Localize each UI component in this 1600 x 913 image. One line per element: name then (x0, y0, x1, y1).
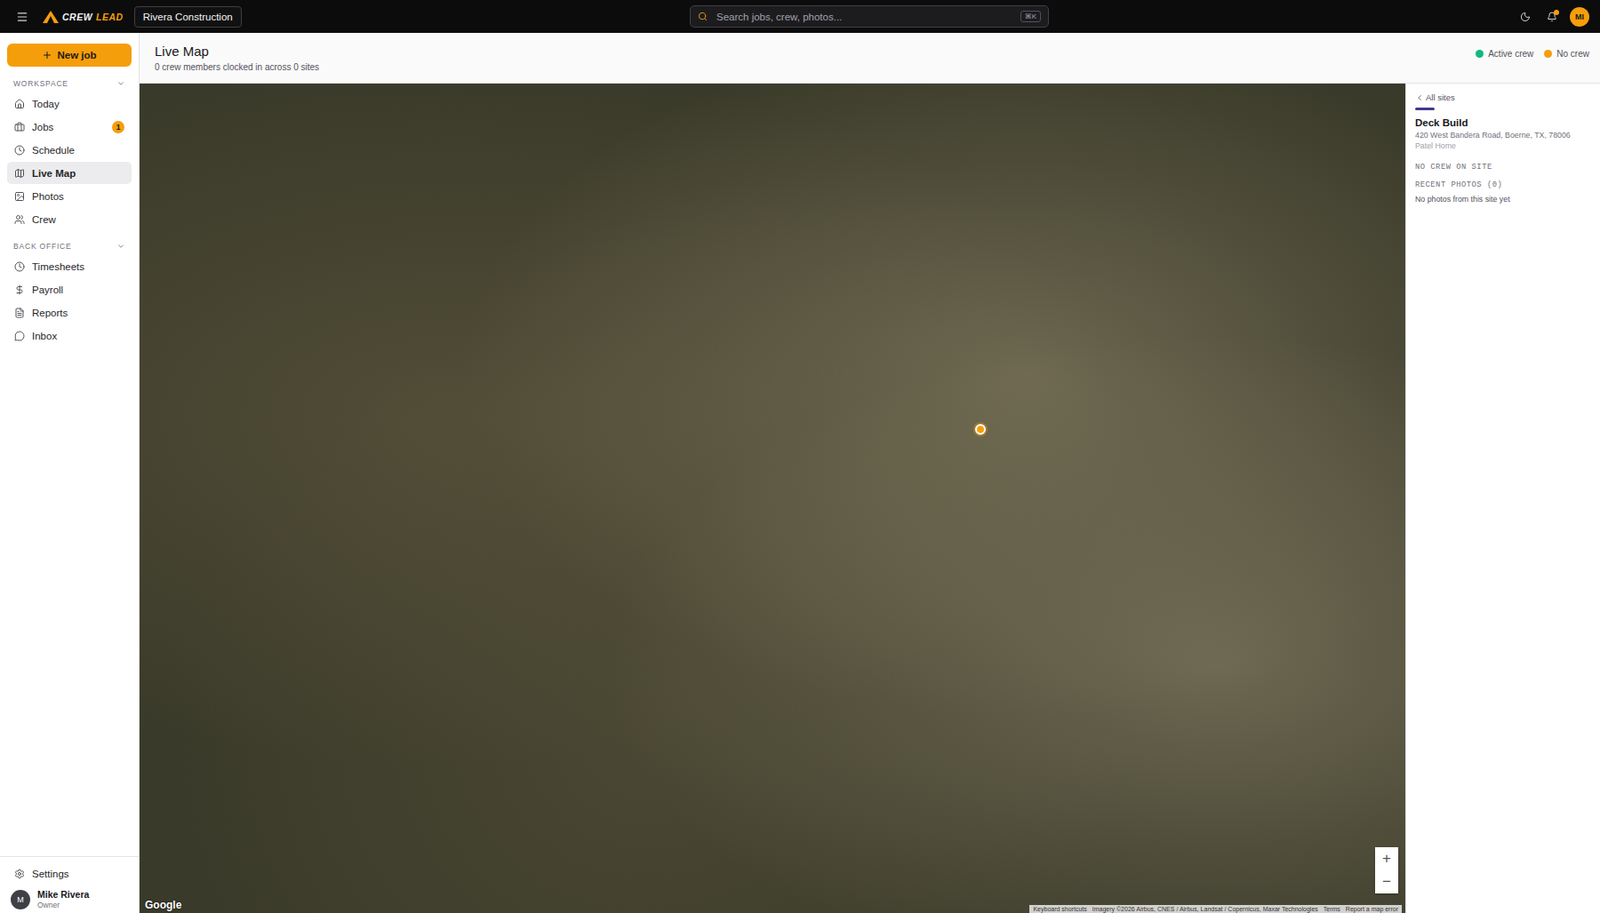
chevron-icon (116, 241, 126, 251)
site-address: 420 West Bandera Road, Boerne, TX, 78006 (1415, 130, 1592, 142)
logo-text: LEAD (96, 11, 124, 23)
zoom-button[interactable]: + (1375, 847, 1399, 871)
gear-icon (14, 868, 25, 880)
crew-status: NO CREW ON SITE (1415, 162, 1592, 172)
photos-empty: No photos from this site yet (1415, 194, 1592, 204)
new-job-button[interactable]: New job (7, 43, 132, 67)
legend-item: Active crew (1475, 48, 1534, 59)
map-attribution: Keyboard shortcutsImagery ©2026 Airbus, … (1029, 904, 1402, 913)
chevron-icon (116, 79, 126, 88)
sidebar: New job WORKSPACE TodayJobs1ScheduleLive M… (0, 32, 140, 913)
notifications-button[interactable] (1543, 8, 1561, 26)
nav-icon (14, 261, 25, 272)
logo-icon (42, 10, 59, 24)
sidebar-item[interactable]: Inbox (7, 324, 132, 347)
search-icon (697, 11, 708, 22)
page-subtitle: 0 crew members clocked in across 0 sites (154, 62, 320, 72)
unread-dot (1553, 9, 1560, 16)
theme-toggle[interactable] (1516, 8, 1535, 26)
site-client: Patel Home (1415, 141, 1592, 152)
page-title: Live Map (154, 43, 320, 59)
count-badge: 1 (112, 120, 125, 134)
legend-item: No crew (1544, 48, 1590, 59)
nav-icon (14, 330, 25, 342)
nav-icon (14, 121, 25, 133)
menu-icon (16, 10, 29, 24)
sidebar-item[interactable]: Payroll (7, 278, 132, 301)
logo[interactable]: CREWLEAD (42, 10, 124, 24)
settings-item[interactable]: Settings (7, 862, 132, 885)
nav-icon (14, 214, 25, 225)
app: CREWLEAD Rivera Construction ⌘K MI New job WO… (0, 0, 1600, 913)
nav-icon (14, 168, 25, 179)
search-box: ⌘K (689, 5, 1049, 28)
sidebar-item[interactable]: Reports (7, 301, 132, 324)
nav-icon (14, 284, 25, 296)
plus-icon (41, 49, 53, 61)
nav-icon (14, 144, 25, 156)
nav-icon (14, 191, 25, 202)
sidebar-item[interactable]: Schedule (7, 138, 132, 161)
section-header[interactable]: BACK OFFICE (7, 241, 132, 251)
accent-bar (1415, 107, 1435, 111)
chevron-left-icon (1415, 93, 1424, 103)
top-bar: CREWLEAD Rivera Construction ⌘K MI (0, 0, 1600, 33)
moon-icon (1520, 11, 1531, 23)
user-avatar[interactable]: MI (1569, 7, 1590, 27)
site-title: Deck Build (1415, 117, 1592, 128)
map-brand: Google (144, 898, 182, 912)
user-avatar: M (10, 889, 31, 910)
sidebar-item[interactable]: Photos (7, 184, 132, 208)
page-header: Live Map 0 crew members clocked in across… (139, 32, 1600, 84)
shortcut-hint: ⌘K (1020, 10, 1041, 23)
sidebar-item[interactable]: Live Map (7, 161, 132, 184)
section-header[interactable]: WORKSPACE (7, 79, 132, 88)
sidebar-item[interactable]: Timesheets (7, 255, 132, 278)
nav-icon (14, 98, 25, 110)
back-link[interactable]: All sites (1415, 92, 1592, 103)
site-panel: All sites Deck Build 420 West Bandera Road… (1405, 83, 1600, 913)
photos-title: RECENT PHOTOS (0) (1415, 180, 1592, 190)
zoom-controls: +− (1375, 847, 1399, 894)
org-switcher[interactable]: Rivera Construction (134, 6, 242, 28)
nav-section: BACK OFFICE TimesheetsPayrollReportsInbox (7, 241, 132, 348)
site-pin[interactable] (975, 424, 986, 435)
sidebar-item[interactable]: Today (7, 92, 132, 115)
search-input[interactable] (714, 10, 1014, 24)
nav-section: WORKSPACE TodayJobs1ScheduleLive MapPhoto… (7, 79, 132, 232)
map-legend: Active crew No crew (1475, 48, 1590, 59)
sidebar-item[interactable]: Crew (7, 208, 132, 231)
map[interactable]: Google Keyboard shortcutsImagery ©2026 Ai… (139, 83, 1406, 913)
menu-button[interactable] (12, 7, 32, 27)
nav-icon (14, 307, 25, 319)
logo-text: CREW (62, 11, 93, 23)
user-profile[interactable]: MMike RiveraOwner (7, 888, 132, 910)
zoom-button[interactable]: − (1375, 870, 1399, 894)
sidebar-item[interactable]: Jobs1 (7, 115, 132, 138)
